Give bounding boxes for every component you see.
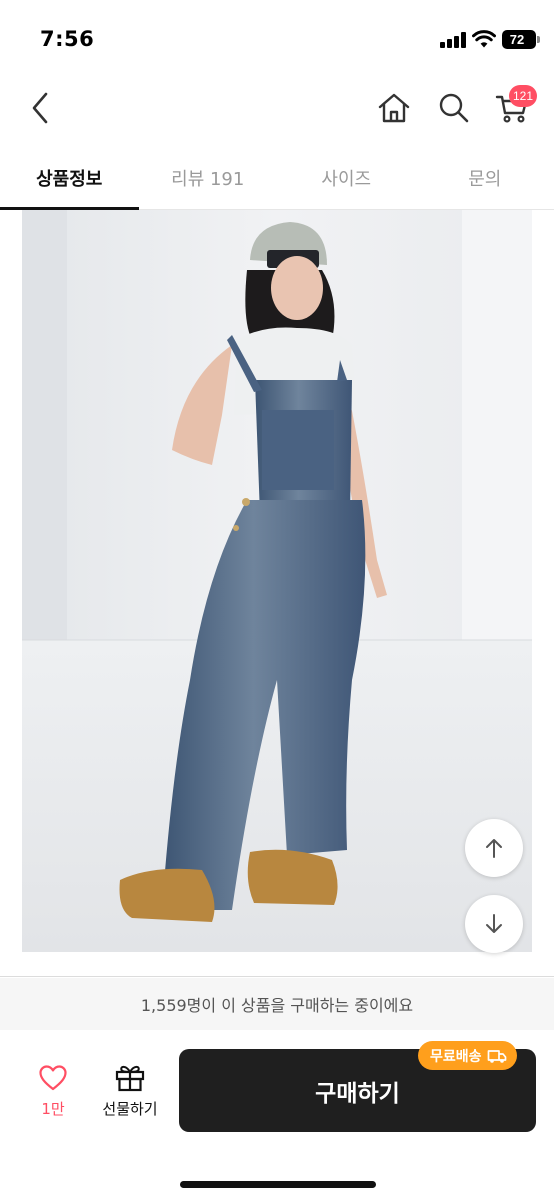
product-photo-illustration xyxy=(22,210,532,952)
signal-icon xyxy=(440,32,466,48)
scroll-down-button[interactable] xyxy=(465,895,523,953)
divider xyxy=(0,976,554,977)
search-icon[interactable] xyxy=(436,90,472,126)
nav-bar xyxy=(0,78,554,138)
battery-level: 72 xyxy=(509,32,525,47)
heart-icon xyxy=(39,1065,67,1091)
gift-icon xyxy=(115,1065,145,1092)
home-icon[interactable] xyxy=(376,90,412,126)
battery-icon: 72 xyxy=(502,30,540,49)
tab-size[interactable]: 사이즈 xyxy=(277,146,416,209)
like-count: 1만 xyxy=(41,1100,65,1118)
product-image xyxy=(22,210,532,952)
free-shipping-label: 무료배송 xyxy=(430,1048,482,1065)
gift-label: 선물하기 xyxy=(102,1100,158,1118)
buying-notice: 1,559명이 이 상품을 구매하는 중이에요 xyxy=(0,978,554,1030)
tab-inquiry[interactable]: 문의 xyxy=(416,146,554,209)
gift-button[interactable]: 선물하기 xyxy=(96,1062,164,1119)
scroll-up-button[interactable] xyxy=(465,819,523,877)
tab-reviews[interactable]: 리뷰 191 xyxy=(139,146,278,209)
tab-product-info[interactable]: 상품정보 xyxy=(0,146,139,210)
back-icon[interactable] xyxy=(22,90,58,126)
arrow-down-icon xyxy=(486,914,502,933)
status-time: 7:56 xyxy=(40,27,95,51)
home-indicator xyxy=(180,1181,376,1188)
truck-icon xyxy=(487,1049,506,1063)
wifi-icon xyxy=(472,30,496,48)
free-shipping-badge: 무료배송 xyxy=(418,1041,517,1070)
tab-bar: 상품정보 리뷰 191 사이즈 문의 xyxy=(0,146,554,210)
like-button[interactable]: 1만 xyxy=(28,1064,78,1119)
cart-badge: 121 xyxy=(509,85,538,107)
status-bar: 7:56 72 xyxy=(0,0,554,78)
arrow-up-icon xyxy=(486,839,502,858)
